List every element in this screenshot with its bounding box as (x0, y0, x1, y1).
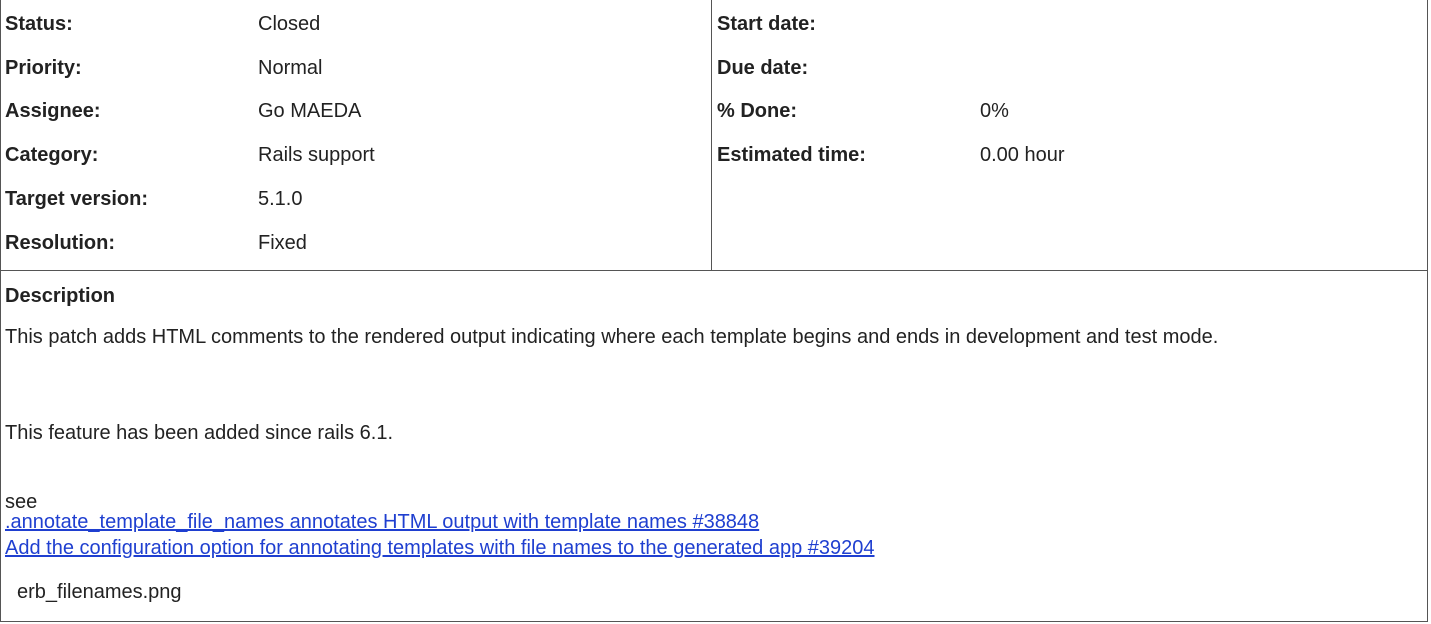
assignee-label: Assignee: (5, 100, 101, 122)
description-title: Description (5, 285, 116, 307)
related-link-38848[interactable]: .annotate_template_file_names annotates … (5, 508, 759, 536)
issue-details: Status: Closed Priority: Normal Assignee… (0, 0, 1428, 622)
target-version-label: Target version: (5, 188, 148, 210)
estimated-time-value: 0.00 hour (980, 144, 1065, 166)
status-label: Status: (5, 13, 73, 35)
due-date-label: Due date: (717, 57, 809, 79)
category-row: Category: Rails support (1, 135, 711, 175)
related-link-39204[interactable]: Add the configuration option for annotat… (5, 534, 875, 562)
due-date-row: Due date: (712, 48, 1427, 88)
start-date-row: Start date: (712, 4, 1427, 44)
assignee-value: Go MAEDA (258, 100, 362, 122)
status-row: Status: Closed (1, 4, 711, 44)
priority-value: Normal (258, 57, 323, 79)
estimated-time-row: Estimated time: 0.00 hour (712, 135, 1427, 175)
priority-label: Priority: (5, 57, 82, 79)
attributes-left-column: Status: Closed Priority: Normal Assignee… (1, 0, 712, 270)
start-date-label: Start date: (717, 13, 816, 35)
assignee-row: Assignee: Go MAEDA (1, 91, 711, 131)
description-paragraph: This patch adds HTML comments to the ren… (5, 326, 1219, 348)
issue-attributes: Status: Closed Priority: Normal Assignee… (1, 0, 1427, 271)
done-ratio-value: 0% (980, 100, 1009, 122)
target-version-row: Target version: 5.1.0 (1, 179, 711, 219)
description-paragraph: This feature has been added since rails … (5, 422, 394, 444)
category-label: Category: (5, 144, 99, 166)
attributes-right-column: Start date: Due date: % Done: 0% Estimat… (712, 0, 1427, 270)
done-ratio-label: % Done: (717, 100, 797, 122)
done-ratio-row: % Done: 0% (712, 91, 1427, 131)
status-value: Closed (258, 13, 321, 35)
priority-row: Priority: Normal (1, 48, 711, 88)
target-version-value: 5.1.0 (258, 188, 303, 210)
resolution-row: Resolution: Fixed (1, 223, 711, 263)
category-value: Rails support (258, 144, 375, 166)
resolution-label: Resolution: (5, 232, 115, 254)
estimated-time-label: Estimated time: (717, 144, 866, 166)
resolution-value: Fixed (258, 232, 307, 254)
attachment-filename[interactable]: erb_filenames.png (17, 577, 182, 607)
